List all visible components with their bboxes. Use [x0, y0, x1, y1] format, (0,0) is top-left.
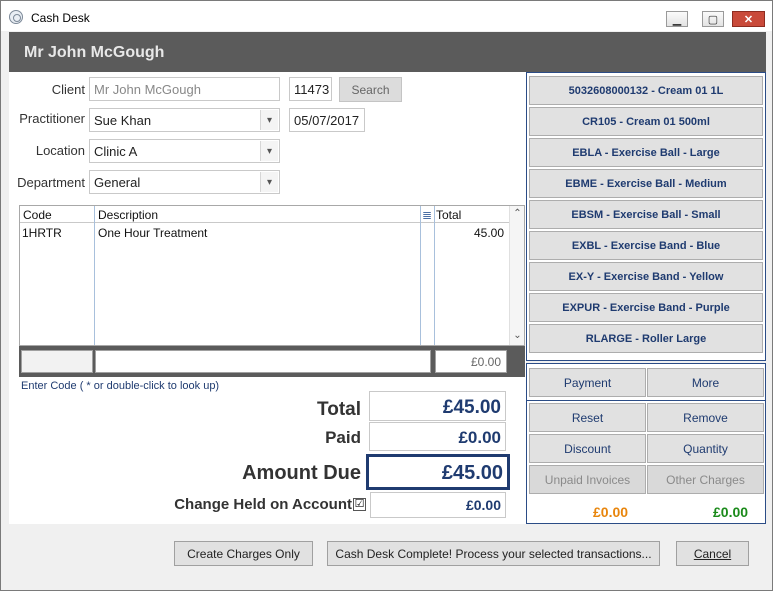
product-button[interactable]: CR105 - Cream 01 500ml — [529, 107, 763, 136]
total-value: £45.00 — [369, 391, 506, 421]
create-charges-label: Create Charges Only — [187, 546, 300, 561]
client-label: Client — [51, 82, 85, 97]
complete-label: Cash Desk Complete! Process your selecte… — [335, 546, 652, 561]
product-button[interactable]: EXBL - Exercise Band - Blue — [529, 231, 763, 260]
divider — [527, 400, 765, 401]
column-divider — [94, 206, 95, 345]
remove-button[interactable]: Remove — [647, 403, 764, 432]
quick-panel: 5032608000132 - Cream 01 1L CR105 - Crea… — [526, 72, 766, 524]
credit-balance: £0.00 — [713, 504, 749, 520]
reset-button[interactable]: Reset — [529, 403, 646, 432]
unpaid-balance: £0.00 — [593, 504, 629, 520]
product-button[interactable]: 5032608000132 - Cream 01 1L — [529, 76, 763, 105]
column-chooser-icon[interactable]: ≣ — [421, 206, 433, 223]
client-name-heading: Mr John McGough — [24, 44, 165, 61]
column-divider — [434, 206, 435, 345]
code-column-header[interactable]: Code — [20, 206, 95, 223]
change-held-value: £0.00 — [370, 492, 506, 518]
scroll-down-icon[interactable]: ⌄ — [510, 328, 525, 343]
product-list: 5032608000132 - Cream 01 1L CR105 - Crea… — [526, 72, 766, 361]
cancel-label: Cancel — [693, 546, 732, 561]
create-charges-button[interactable]: Create Charges Only — [174, 541, 313, 566]
chevron-down-icon[interactable]: ▾ — [260, 172, 278, 192]
quantity-button[interactable]: Quantity — [647, 434, 764, 463]
row-code[interactable]: 1HRTR — [22, 226, 62, 240]
client-banner: Mr John McGough — [9, 32, 766, 72]
practitioner-select[interactable]: Sue Khan ▾ — [89, 108, 280, 132]
department-select[interactable]: General ▾ — [89, 170, 280, 194]
date-field[interactable]: 05/07/2017 — [289, 108, 365, 132]
app-icon — [9, 10, 23, 24]
column-divider — [420, 206, 421, 345]
client-id-field[interactable]: 11473 — [289, 77, 332, 101]
row-total[interactable]: 45.00 — [438, 226, 504, 240]
client-field[interactable]: Mr John McGough — [89, 77, 280, 101]
entry-hint: Enter Code ( * or double-click to look u… — [21, 380, 220, 392]
code-entry-input[interactable] — [21, 350, 93, 373]
amount-due-label: Amount Due — [242, 462, 361, 484]
cancel-button[interactable]: Cancel — [676, 541, 749, 566]
product-button[interactable]: EX-Y - Exercise Band - Yellow — [529, 262, 763, 291]
product-button[interactable]: EBLA - Exercise Ball - Large — [529, 138, 763, 167]
charge-form: Client Mr John McGough 11473 Search Prac… — [9, 72, 526, 524]
chevron-down-icon[interactable]: ▾ — [260, 110, 278, 130]
practitioner-value: Sue Khan — [94, 113, 152, 128]
description-entry-input[interactable] — [95, 350, 431, 373]
entry-bar: £0.00 — [19, 346, 525, 377]
maximize-button[interactable]: ▢ — [702, 11, 724, 27]
department-value: General — [94, 175, 141, 190]
title-bar[interactable]: Cash Desk ▁ ▢ ✕ — [1, 1, 772, 31]
location-select[interactable]: Clinic A ▾ — [89, 139, 280, 163]
department-label: Department — [17, 175, 85, 190]
search-button[interactable]: Search — [339, 77, 402, 102]
discount-button[interactable]: Discount — [529, 434, 646, 463]
close-button[interactable]: ✕ — [732, 11, 765, 27]
scroll-up-icon[interactable]: ⌃ — [510, 206, 525, 221]
product-button[interactable]: EBME - Exercise Ball - Medium — [529, 169, 763, 198]
cash-desk-window: Cash Desk ▁ ▢ ✕ Mr John McGough Client M… — [0, 0, 773, 591]
row-description[interactable]: One Hour Treatment — [98, 226, 207, 240]
grid-scrollbar[interactable]: ⌃ ⌄ — [509, 206, 524, 345]
entry-total-field[interactable]: £0.00 — [435, 350, 507, 373]
product-button[interactable]: RLARGE - Roller Large — [529, 324, 763, 353]
window-title: Cash Desk — [31, 11, 90, 25]
chevron-down-icon[interactable]: ▾ — [260, 141, 278, 161]
description-column-header[interactable]: Description — [95, 206, 421, 223]
complete-transactions-button[interactable]: Cash Desk Complete! Process your selecte… — [327, 541, 660, 566]
more-button[interactable]: More — [647, 368, 764, 397]
charges-grid[interactable]: Code Description ≣ Total 1HRTR One Hour … — [19, 205, 525, 346]
paid-label: Paid — [325, 428, 361, 447]
total-column-header[interactable]: Total — [433, 206, 509, 223]
payment-button[interactable]: Payment — [529, 368, 646, 397]
total-label: Total — [317, 399, 361, 420]
change-held-checkbox[interactable]: ☑ — [353, 498, 366, 511]
location-value: Clinic A — [94, 144, 138, 159]
unpaid-invoices-button[interactable]: Unpaid Invoices — [529, 465, 646, 494]
change-held-label: Change Held on Account — [174, 496, 352, 513]
product-button[interactable]: EXPUR - Exercise Band - Purple — [529, 293, 763, 322]
product-button[interactable]: EBSM - Exercise Ball - Small — [529, 200, 763, 229]
amount-due-value: £45.00 — [366, 454, 510, 490]
other-charges-button[interactable]: Other Charges — [647, 465, 764, 494]
minimize-button[interactable]: ▁ — [666, 11, 688, 27]
action-panel: Payment More Reset Remove Discount Quant… — [526, 363, 766, 524]
paid-value: £0.00 — [369, 422, 506, 451]
location-label: Location — [35, 143, 85, 158]
practitioner-label: Practitioner — [19, 111, 85, 126]
